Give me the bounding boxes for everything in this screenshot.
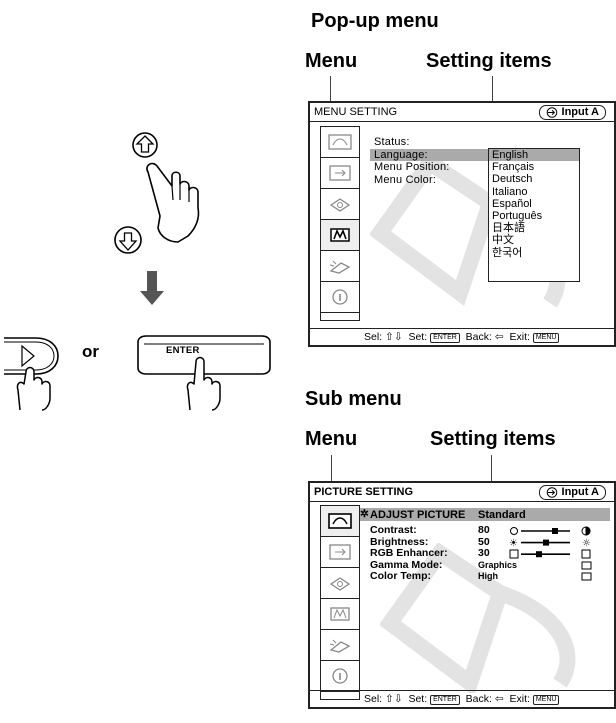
input-menu-icon[interactable]	[321, 158, 359, 189]
input-icon	[546, 107, 557, 118]
sub-setting-items-label: Setting items	[430, 428, 556, 450]
contrast-slider[interactable]	[510, 526, 591, 536]
popup-status-bar: Sel: ⇧⇩ Set: ENTER Back: ⇦ Exit: MENU	[310, 328, 614, 345]
back-key-icon: ⇦	[494, 331, 504, 343]
up-down-keys-icon: ⇧⇩	[385, 693, 403, 705]
rgb-enhancer-value: 30	[478, 547, 490, 560]
language-option-japanese[interactable]: 日本語	[489, 222, 579, 234]
popup-menu-icon-column	[320, 126, 360, 321]
popup-input-badge: Input A	[538, 105, 606, 120]
language-option-chinese[interactable]: 中文	[489, 234, 579, 246]
adjust-picture-label: ADJUST PICTURE	[370, 508, 466, 521]
color-temp-icon	[581, 572, 592, 581]
svg-text:☼: ☼	[582, 538, 591, 549]
down-flow-arrow-icon	[140, 271, 164, 305]
menu-key-badge: MENU	[532, 333, 560, 343]
up-arrow-button-icon	[132, 132, 158, 158]
popup-item-menu-color[interactable]: Menu Color:	[374, 174, 436, 187]
pressing-hand-icon	[146, 162, 200, 243]
sub-menu-label: Menu	[305, 428, 358, 450]
menu-setting-icon[interactable]	[321, 220, 359, 251]
language-option-deutsch[interactable]: Deutsch	[489, 173, 579, 185]
color-temp-value: High	[478, 571, 498, 582]
rgb-enhancer-slider[interactable]	[509, 549, 591, 559]
language-option-francais[interactable]: Français	[489, 161, 579, 173]
svg-text:☀: ☀	[509, 538, 518, 549]
back-key-icon: ⇦	[494, 693, 504, 705]
sub-title-bar: PICTURE SETTING Input A	[310, 483, 614, 502]
adjust-picture-value: Standard	[478, 508, 526, 521]
or-label: or	[82, 342, 99, 361]
down-arrow-button-icon	[114, 226, 142, 254]
contrast-value: 80	[478, 524, 490, 536]
installation-menu-icon[interactable]	[321, 189, 359, 220]
sub-menu-icon-column	[320, 505, 360, 700]
installation-menu-icon[interactable]	[321, 568, 359, 599]
gamma-mode-icon	[581, 561, 592, 570]
sub-menu-sliders: ☀ ☼	[509, 526, 592, 581]
language-option-portugues[interactable]: Português	[489, 210, 579, 222]
popup-item-menu-position[interactable]: Menu Position:	[374, 161, 450, 174]
popup-menu-screen: MENU SETTING Input A Status: Language: M…	[308, 101, 616, 347]
up-down-keys-icon: ⇧⇩	[385, 331, 403, 343]
popup-setting-items-label: Setting items	[426, 50, 552, 72]
lamp-menu-icon[interactable]	[321, 251, 359, 282]
enter-key-badge: ENTER	[430, 695, 460, 705]
popup-title-bar: MENU SETTING Input A	[310, 103, 614, 122]
enter-key-icon	[137, 335, 271, 411]
color-temp-label[interactable]: Color Temp:	[370, 571, 431, 583]
language-option-korean[interactable]: 한국어	[489, 247, 579, 259]
enter-key-label: ENTER	[166, 345, 200, 356]
sub-status-bar: Sel: ⇧⇩ Set: ENTER Back: ⇦ Exit: MENU	[310, 690, 614, 707]
popup-heading: Pop-up menu	[311, 10, 439, 32]
popup-item-status[interactable]: Status:	[374, 136, 410, 149]
sub-menu-screen: PICTURE SETTING Input A ✲ ADJUST PICTURE…	[308, 481, 616, 709]
picture-menu-icon[interactable]	[321, 506, 359, 537]
brightness-slider[interactable]: ☀ ☼	[509, 538, 591, 549]
lamp-menu-icon[interactable]	[321, 630, 359, 661]
contrast-label[interactable]: Contrast:	[370, 524, 417, 537]
input-icon	[546, 487, 557, 498]
information-menu-icon[interactable]	[321, 661, 359, 692]
sub-heading: Sub menu	[305, 388, 402, 410]
sub-menu-title: PICTURE SETTING	[314, 486, 414, 498]
popup-item-language[interactable]: Language:	[370, 148, 488, 161]
popup-menu-title: MENU SETTING	[314, 106, 398, 118]
language-option-italiano[interactable]: Italiano	[489, 186, 579, 198]
adjust-picture-icon: ✲	[360, 508, 369, 520]
sub-input-badge: Input A	[538, 485, 606, 500]
information-menu-icon[interactable]	[321, 282, 359, 313]
language-option-espanol[interactable]: Español	[489, 198, 579, 210]
picture-menu-icon[interactable]	[321, 127, 359, 158]
language-dropdown: English Français Deutsch Italiano Españo…	[488, 148, 580, 282]
popup-menu-label: Menu	[305, 50, 358, 72]
menu-key-badge: MENU	[532, 695, 560, 705]
input-menu-icon[interactable]	[321, 537, 359, 568]
right-arrow-key-hand-icon	[4, 337, 59, 411]
menu-setting-icon[interactable]	[321, 599, 359, 630]
enter-key-badge: ENTER	[430, 333, 460, 343]
language-option-english[interactable]: English	[489, 149, 579, 162]
